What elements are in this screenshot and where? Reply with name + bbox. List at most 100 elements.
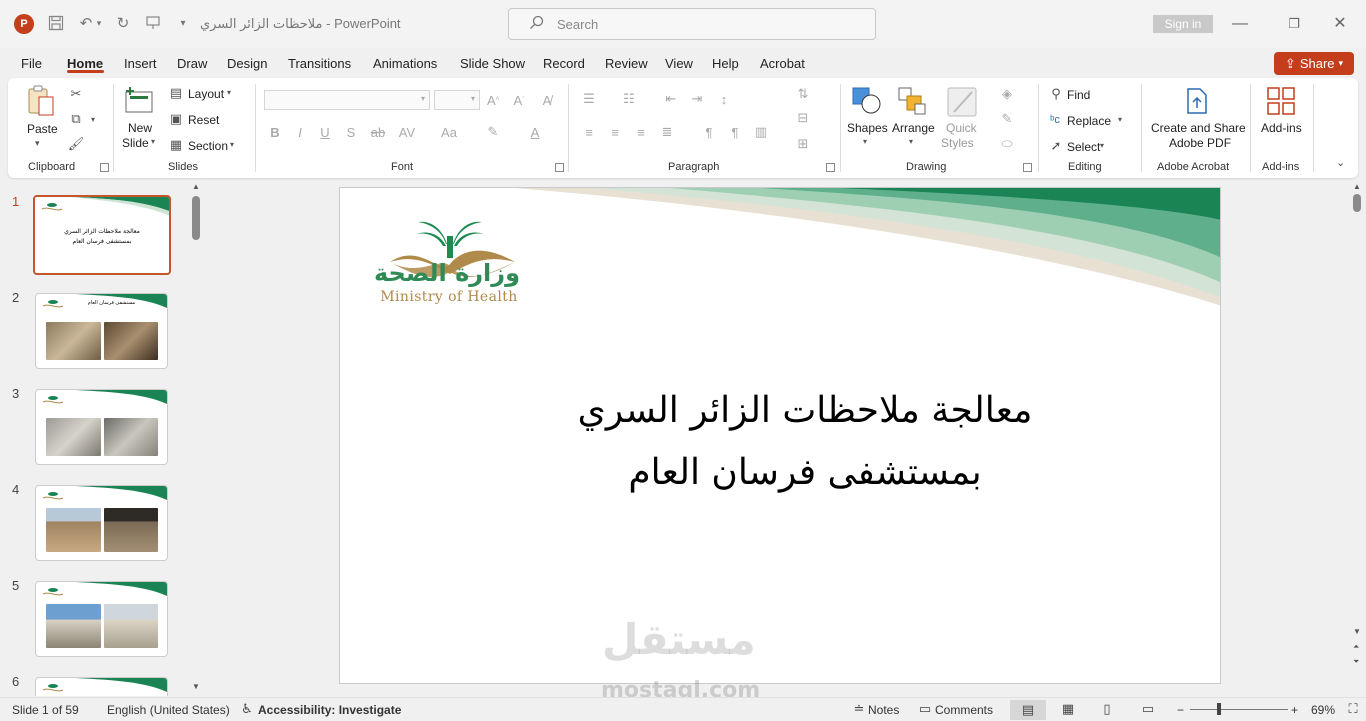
slide-sorter-icon[interactable]: ▦ bbox=[1059, 701, 1077, 717]
paste-label[interactable]: Paste bbox=[27, 122, 58, 136]
sign-in-button[interactable]: Sign in bbox=[1153, 15, 1213, 33]
slide-thumbnail-4[interactable] bbox=[35, 485, 168, 561]
bold-icon[interactable]: B bbox=[268, 124, 282, 140]
create-pdf-icon[interactable] bbox=[1183, 86, 1211, 116]
customize-toolbar-icon[interactable]: ▾ bbox=[172, 12, 194, 34]
paste-icon[interactable] bbox=[26, 84, 56, 118]
new-slide-dropdown-icon[interactable]: ▾ bbox=[151, 137, 155, 146]
normal-view-icon[interactable]: ▤ bbox=[1010, 700, 1046, 720]
reading-view-icon[interactable]: ▯ bbox=[1098, 701, 1116, 717]
format-painter-icon[interactable]: 🖌 bbox=[68, 136, 85, 152]
replace-dropdown-icon[interactable]: ▾ bbox=[1118, 115, 1122, 124]
tab-help[interactable]: Help bbox=[712, 56, 739, 71]
new-slide-label-2[interactable]: Slide bbox=[122, 136, 149, 150]
shadow-icon[interactable]: S bbox=[344, 124, 358, 140]
section-dropdown-icon[interactable]: ▾ bbox=[230, 140, 234, 149]
thumbnails-scrollbar[interactable]: ▲ ▼ bbox=[190, 182, 202, 694]
tab-file[interactable]: File bbox=[21, 56, 42, 71]
select-dropdown-icon[interactable]: ▾ bbox=[1100, 141, 1104, 150]
find-label[interactable]: Find bbox=[1067, 88, 1090, 102]
slide-thumbnail-6[interactable] bbox=[35, 677, 168, 696]
tab-review[interactable]: Review bbox=[605, 56, 648, 71]
zoom-slider[interactable] bbox=[1190, 709, 1288, 710]
tab-record[interactable]: Record bbox=[543, 56, 585, 71]
tab-draw[interactable]: Draw bbox=[177, 56, 207, 71]
underline-icon[interactable]: U bbox=[318, 124, 332, 140]
align-left-icon[interactable]: ≡ bbox=[580, 124, 598, 140]
tab-view[interactable]: View bbox=[665, 56, 693, 71]
align-text-icon[interactable]: ⊟ bbox=[794, 110, 812, 126]
language-indicator[interactable]: English (United States) bbox=[107, 703, 230, 717]
slide-thumbnail-3[interactable] bbox=[35, 389, 168, 465]
slide-thumbnail-5[interactable] bbox=[35, 581, 168, 657]
replace-icon[interactable]: ᵇc bbox=[1046, 112, 1064, 128]
slide-show-icon[interactable]: ▭ bbox=[1139, 701, 1157, 717]
slide-scrollbar[interactable]: ▲ ▼ ⏶ ⏷ bbox=[1350, 180, 1366, 675]
tab-animations[interactable]: Animations bbox=[373, 56, 437, 71]
accessibility-status[interactable]: Accessibility: Investigate bbox=[258, 703, 401, 717]
zoom-slider-thumb[interactable] bbox=[1217, 703, 1221, 715]
create-pdf-label-2[interactable]: Adobe PDF bbox=[1169, 136, 1231, 150]
scroll-down-icon[interactable]: ▼ bbox=[1353, 627, 1361, 636]
font-size-dropdown[interactable]: ▾ bbox=[434, 90, 480, 110]
slide-title-textbox[interactable]: معالجة ملاحظات الزائر السري بمستشفى فرسا… bbox=[490, 380, 1120, 504]
collapse-ribbon-icon[interactable]: ⌄ bbox=[1336, 156, 1345, 169]
tab-transitions[interactable]: Transitions bbox=[288, 56, 351, 71]
arrange-label[interactable]: Arrange bbox=[892, 121, 935, 135]
scroll-up-icon[interactable]: ▲ bbox=[190, 182, 202, 192]
quick-styles-label[interactable]: Quick bbox=[946, 121, 977, 135]
reset-label[interactable]: Reset bbox=[188, 113, 219, 127]
shape-effects-icon[interactable]: ⬭ bbox=[998, 136, 1016, 152]
undo-dropdown-icon[interactable]: ▾ bbox=[93, 12, 105, 34]
strikethrough-icon[interactable]: ab bbox=[370, 124, 386, 140]
character-spacing-icon[interactable]: AV bbox=[396, 124, 418, 140]
tab-acrobat[interactable]: Acrobat bbox=[760, 56, 805, 71]
increase-font-icon[interactable]: A ^ bbox=[484, 91, 502, 109]
tab-home[interactable]: Home bbox=[67, 56, 103, 71]
increase-indent-icon[interactable]: ⇥ bbox=[688, 91, 706, 107]
find-icon[interactable]: ⚲ bbox=[1048, 86, 1064, 102]
layout-label[interactable]: Layout bbox=[188, 87, 224, 101]
copy-dropdown-icon[interactable]: ▾ bbox=[88, 111, 98, 127]
bullets-icon[interactable]: ☰ bbox=[580, 91, 598, 107]
layout-dropdown-icon[interactable]: ▾ bbox=[227, 88, 231, 97]
save-icon[interactable] bbox=[45, 12, 67, 34]
columns-icon[interactable]: ▥ bbox=[752, 124, 770, 140]
scroll-thumb[interactable] bbox=[192, 196, 200, 240]
numbering-icon[interactable]: ☷ bbox=[620, 91, 638, 107]
redo-icon[interactable]: ↻ bbox=[112, 12, 134, 34]
italic-icon[interactable]: I bbox=[293, 124, 307, 140]
decrease-font-icon[interactable]: Aˇ bbox=[510, 91, 528, 109]
font-color-icon[interactable]: A bbox=[526, 124, 544, 140]
paragraph-launcher-icon[interactable] bbox=[826, 163, 835, 172]
ltr-icon[interactable]: ¶ bbox=[700, 124, 718, 140]
tab-insert[interactable]: Insert bbox=[124, 56, 157, 71]
tab-slide-show[interactable]: Slide Show bbox=[460, 56, 525, 71]
arrange-icon[interactable] bbox=[897, 86, 929, 116]
share-button[interactable]: ⇪ Share ▾ bbox=[1274, 52, 1354, 75]
font-launcher-icon[interactable] bbox=[555, 163, 564, 172]
present-icon[interactable] bbox=[142, 12, 164, 34]
notes-button[interactable]: Notes bbox=[868, 703, 899, 717]
zoom-level[interactable]: 69% bbox=[1311, 703, 1335, 717]
align-right-icon[interactable]: ≡ bbox=[632, 124, 650, 140]
clear-formatting-icon[interactable]: A̸ bbox=[538, 91, 556, 109]
zoom-out-icon[interactable]: − bbox=[1177, 703, 1184, 717]
section-label[interactable]: Section bbox=[188, 139, 228, 153]
fit-slide-icon[interactable]: ⛶ bbox=[1344, 701, 1362, 717]
select-label[interactable]: Select bbox=[1067, 140, 1100, 154]
select-cursor-icon[interactable]: ➚ bbox=[1048, 138, 1064, 154]
slide-canvas[interactable]: وزارة الصحة Ministry of Health معالجة مل… bbox=[339, 187, 1221, 684]
shape-fill-icon[interactable]: ◈ bbox=[998, 86, 1016, 102]
clipboard-launcher-icon[interactable] bbox=[100, 163, 109, 172]
rtl-icon[interactable]: ¶ bbox=[726, 124, 744, 140]
new-slide-icon[interactable] bbox=[124, 86, 156, 116]
previous-slide-icon[interactable]: ⏶ bbox=[1353, 642, 1359, 652]
new-slide-label[interactable]: New bbox=[128, 121, 152, 135]
scroll-up-icon[interactable]: ▲ bbox=[1353, 182, 1361, 191]
drawing-launcher-icon[interactable] bbox=[1023, 163, 1032, 172]
tab-design[interactable]: Design bbox=[227, 56, 267, 71]
text-direction-icon[interactable]: ⇅ bbox=[794, 86, 812, 102]
minimize-icon[interactable]: — bbox=[1226, 10, 1254, 38]
section-icon[interactable]: ▦ bbox=[168, 137, 184, 152]
